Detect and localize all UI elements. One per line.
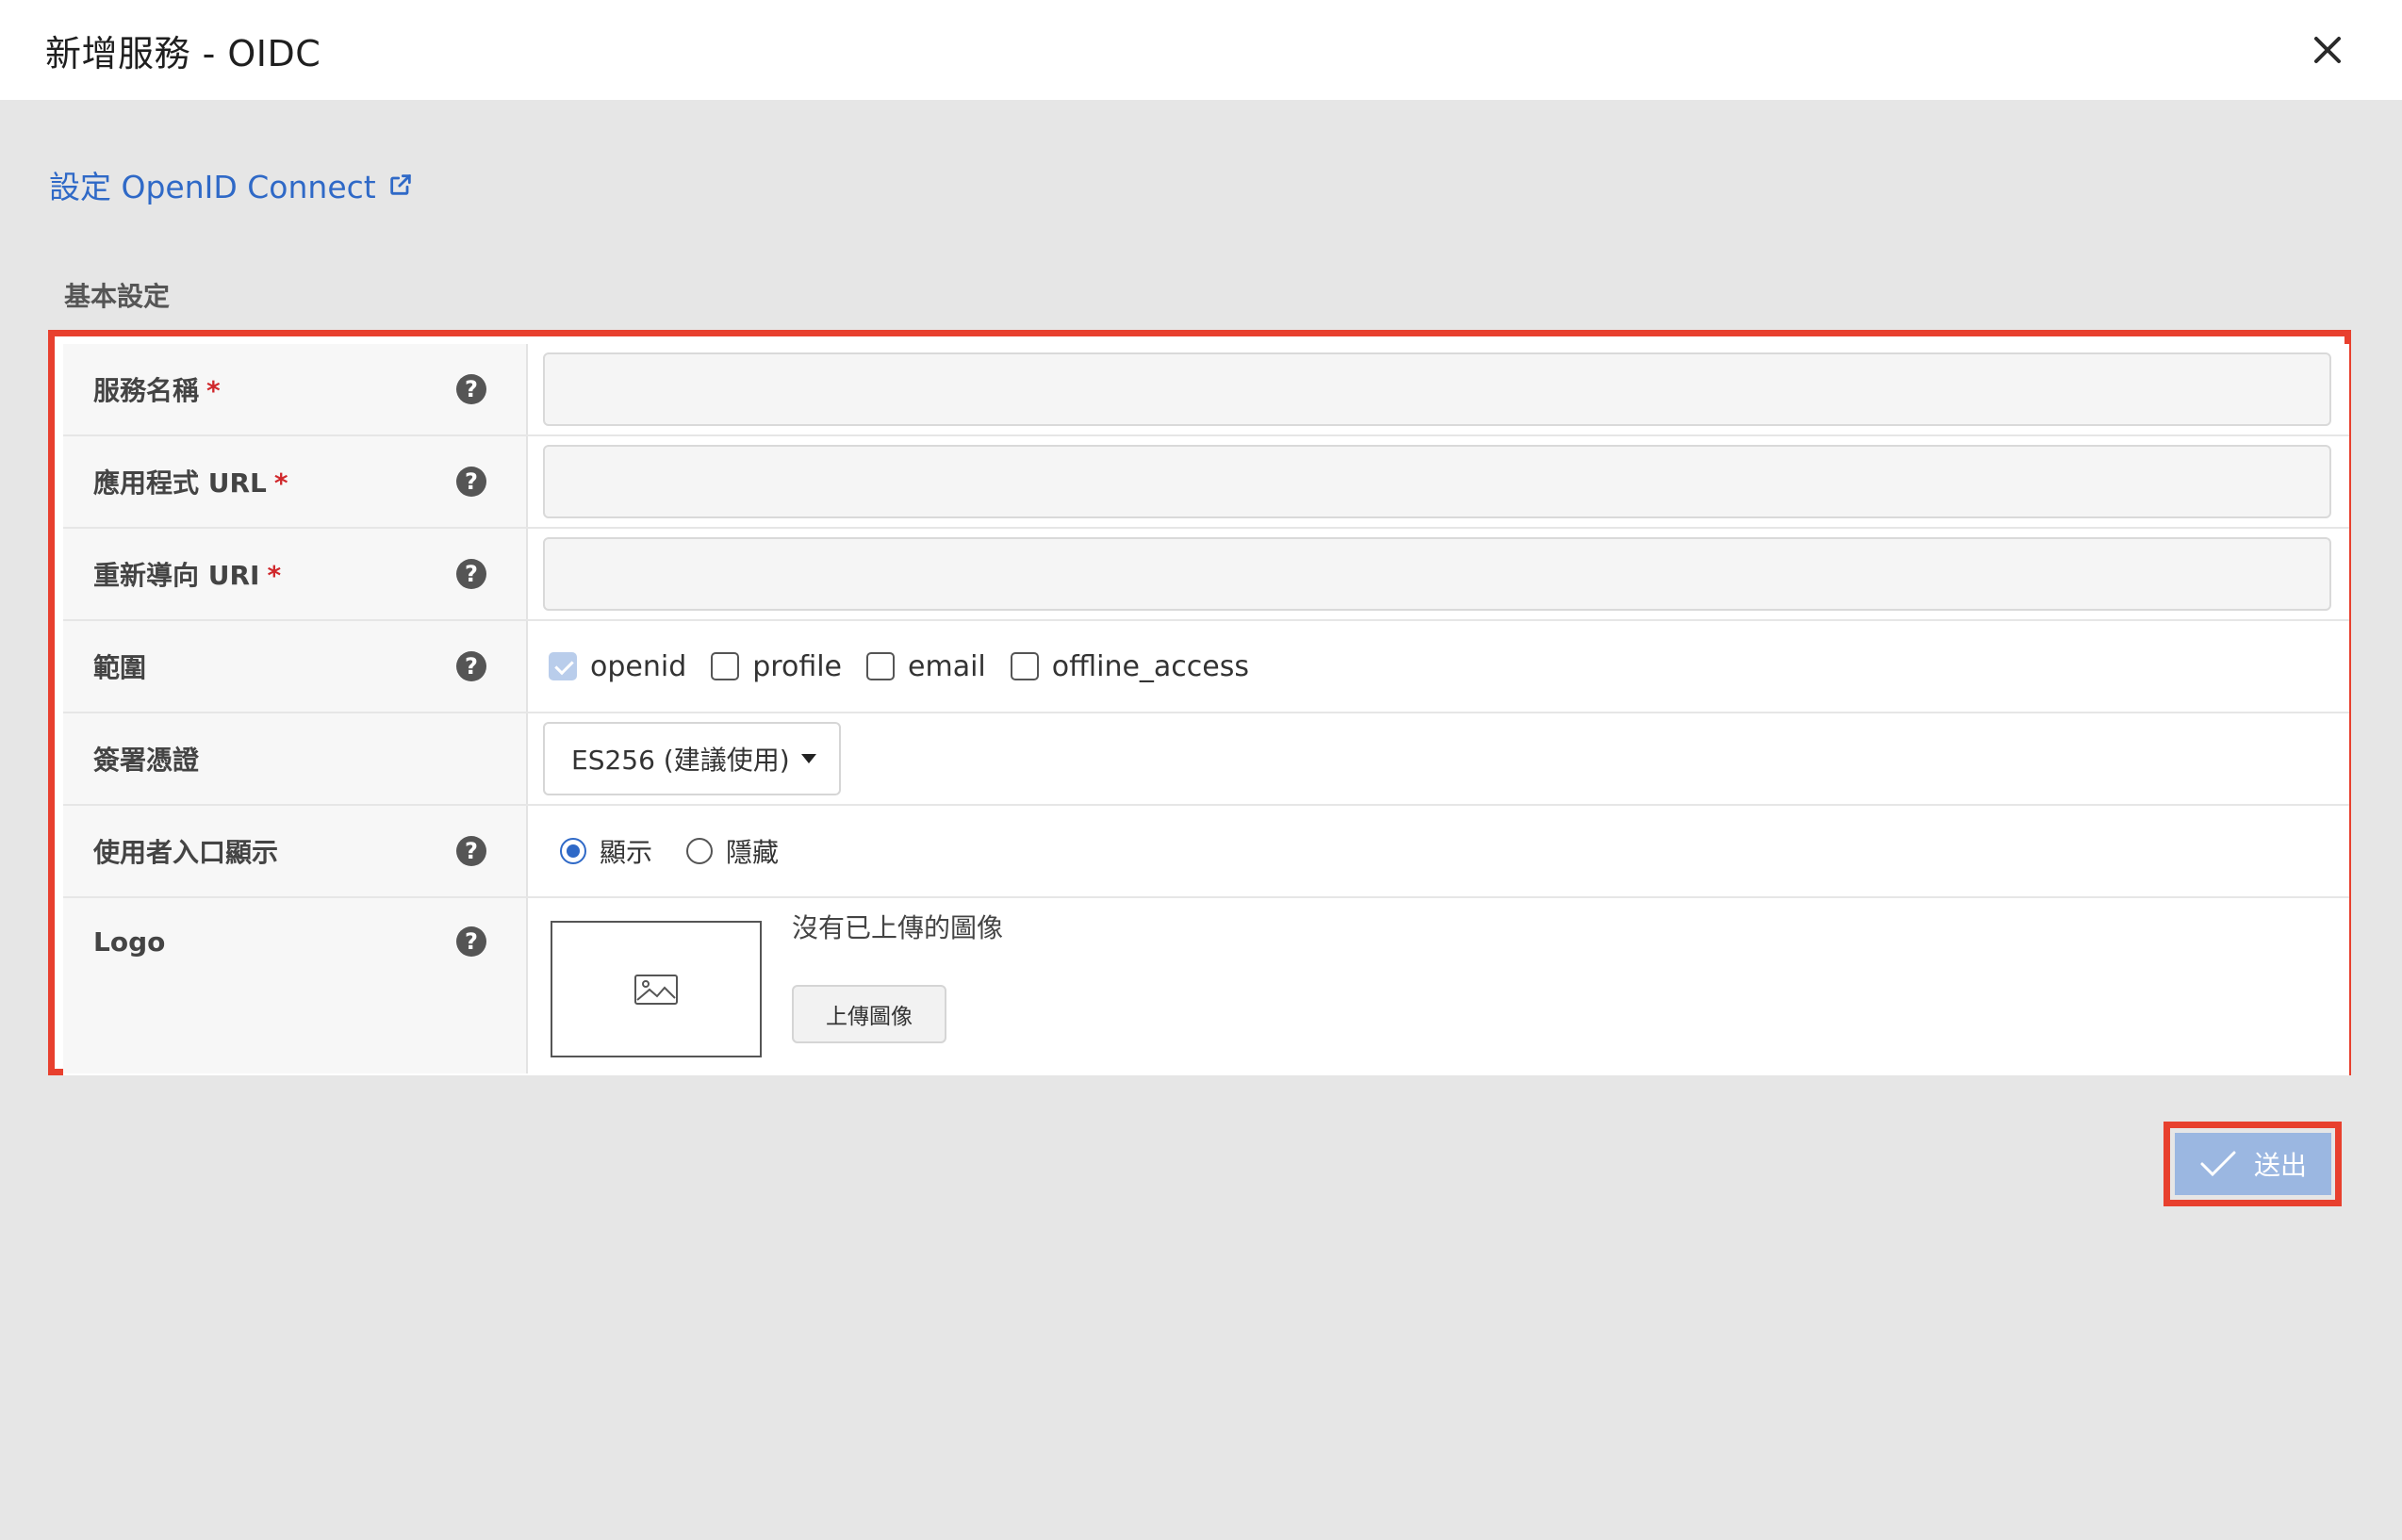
image-icon <box>634 974 678 1005</box>
app-url-input[interactable] <box>543 445 2331 518</box>
question-circle-icon[interactable]: ? <box>456 374 486 404</box>
signing-cert-value: ES256 (建議使用) <box>528 713 2349 804</box>
checkbox-openid[interactable] <box>549 652 577 680</box>
logo-meta: 沒有已上傳的圖像 上傳圖像 <box>792 904 1003 1043</box>
field-label-app-url: 應用程式 URL * ? <box>63 436 528 527</box>
portal-display-options: 顯示 隱藏 <box>528 806 2349 896</box>
scope-option-label: offline_access <box>1051 649 1250 683</box>
field-label-signing-cert: 簽署憑證 <box>63 713 528 804</box>
app-url-value <box>528 436 2349 527</box>
app-url-label: 應用程式 URL <box>93 467 267 499</box>
radio-option-hide[interactable]: 隱藏 <box>669 832 779 870</box>
checkbox-profile[interactable] <box>711 652 740 680</box>
form-table: 服務名稱 * ? 應用程式 URL * ? 重新導向 URI * ? 範圍 ? … <box>63 344 2349 1075</box>
redirect-uri-input[interactable] <box>543 537 2331 611</box>
row-signing-cert: 簽署憑證 ES256 (建議使用) <box>63 713 2349 806</box>
field-label-service-name: 服務名稱 * ? <box>63 344 528 434</box>
field-label-scope: 範圍 ? <box>63 621 528 712</box>
scope-label: 範圍 <box>93 652 147 683</box>
service-name-label: 服務名稱 <box>93 375 200 406</box>
field-label-portal-display: 使用者入口顯示 ? <box>63 806 528 896</box>
external-link-icon <box>389 174 411 195</box>
row-app-url: 應用程式 URL * ? <box>63 436 2349 529</box>
radio-show[interactable] <box>560 838 586 864</box>
row-portal-display: 使用者入口顯示 ? 顯示 隱藏 <box>63 806 2349 898</box>
scope-option-email[interactable]: email <box>861 650 986 683</box>
caret-down-icon <box>800 754 816 763</box>
row-logo: Logo ? 沒有已上傳的圖像 上傳圖像 <box>63 898 2349 1073</box>
close-icon[interactable] <box>2306 27 2351 73</box>
checkbox-email[interactable] <box>866 652 896 680</box>
checkbox-offline-access[interactable] <box>1010 652 1039 680</box>
field-label-redirect-uri: 重新導向 URI * ? <box>63 529 528 619</box>
scope-option-openid[interactable]: openid <box>543 650 686 683</box>
logo-status: 沒有已上傳的圖像 <box>792 912 1004 943</box>
question-circle-icon[interactable]: ? <box>456 926 486 957</box>
scope-option-offline-access[interactable]: offline_access <box>1005 650 1249 683</box>
redirect-uri-value <box>528 529 2349 619</box>
portal-display-label: 使用者入口顯示 <box>93 837 279 868</box>
signing-cert-selected: ES256 (建議使用) <box>571 745 790 776</box>
radio-option-label: 隱藏 <box>726 837 780 868</box>
radio-option-label: 顯示 <box>600 837 653 868</box>
submit-highlight: 送出 <box>2163 1122 2342 1206</box>
dialog-title: 新增服務 - OIDC <box>45 32 321 74</box>
section-basic-settings: 基本設定 <box>64 281 171 312</box>
row-redirect-uri: 重新導向 URI * ? <box>63 529 2349 621</box>
service-name-input[interactable] <box>543 352 2331 426</box>
question-circle-icon[interactable]: ? <box>456 559 486 589</box>
required-mark: * <box>273 467 288 499</box>
scope-option-label: email <box>908 649 986 683</box>
question-circle-icon[interactable]: ? <box>456 651 486 681</box>
field-label-logo: Logo ? <box>63 898 528 1073</box>
check-icon <box>2200 1151 2236 1177</box>
logo-label: Logo <box>93 926 166 958</box>
row-scope: 範圍 ? openid profile email offline_access <box>63 621 2349 713</box>
submit-label: 送出 <box>2253 1150 2307 1181</box>
signing-cert-label: 簽署憑證 <box>93 745 200 776</box>
basic-settings-form: 服務名稱 * ? 應用程式 URL * ? 重新導向 URI * ? 範圍 ? … <box>48 330 2351 1075</box>
question-circle-icon[interactable]: ? <box>456 836 486 866</box>
row-service-name: 服務名稱 * ? <box>63 344 2349 436</box>
service-name-value <box>528 344 2349 434</box>
radio-hide[interactable] <box>686 838 714 864</box>
submit-button[interactable]: 送出 <box>2175 1133 2331 1195</box>
openid-connect-doc-link[interactable]: 設定 OpenID Connect <box>49 162 414 207</box>
redirect-uri-label: 重新導向 URI <box>93 560 260 591</box>
logo-preview <box>551 921 762 1057</box>
dialog-header: 新增服務 - OIDC <box>0 0 2402 100</box>
scope-option-label: profile <box>752 649 843 683</box>
upload-image-button[interactable]: 上傳圖像 <box>792 985 946 1043</box>
required-mark: * <box>267 560 282 591</box>
scope-options: openid profile email offline_access <box>528 621 2349 712</box>
required-mark: * <box>206 375 221 406</box>
question-circle-icon[interactable]: ? <box>456 467 486 497</box>
logo-value: 沒有已上傳的圖像 上傳圖像 <box>528 898 2349 1073</box>
doc-link-label: 設定 OpenID Connect <box>49 169 376 205</box>
radio-option-show[interactable]: 顯示 <box>543 832 652 870</box>
scope-option-profile[interactable]: profile <box>705 650 842 683</box>
scope-option-label: openid <box>590 649 687 683</box>
signing-cert-select[interactable]: ES256 (建議使用) <box>543 722 841 795</box>
